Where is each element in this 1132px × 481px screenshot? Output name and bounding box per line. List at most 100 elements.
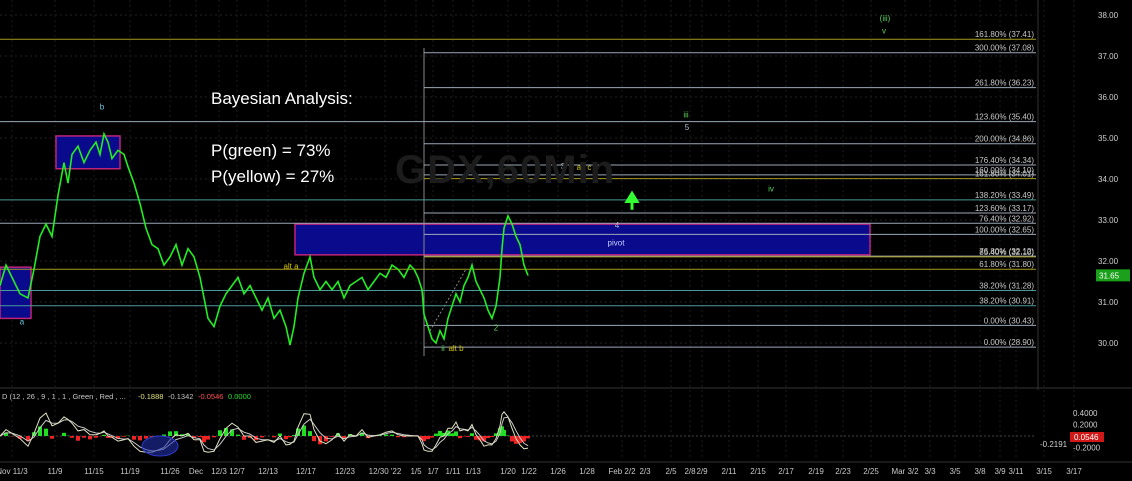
wave-label: ii [441,344,445,353]
wave-label: b [100,102,105,111]
time-tick-label: 3/8 [974,467,986,476]
macd-hist-bar [260,436,264,438]
macd-hist-bar [426,436,430,440]
a-zone-box [0,266,32,320]
fib-label: 200.00% (34.86) [975,135,1034,144]
price-tick-label: 38.00 [1098,11,1119,20]
time-tick-label: Dec [189,467,203,476]
macd-highlight-ellipse [141,435,179,457]
time-tick-label: 2/3 [639,467,651,476]
macd-tick-label: 0.4000 [1073,409,1098,418]
fib-label: 300.00% (37.08) [975,44,1034,53]
macd-hist-bar [390,434,394,436]
macd-hist-bar [490,436,494,438]
fib-label: 76.40% (32.92) [979,214,1034,223]
macd-hist-bar [308,431,312,436]
time-tick-label: 3/9 [994,467,1006,476]
time-tick-label: Mar 3/2 [891,467,919,476]
macd-hist-bar [272,436,276,438]
fib-label: 61.80% (31.80) [979,260,1034,269]
wave-label: alt b [448,344,464,353]
price-tick-label: 32.00 [1098,257,1119,266]
macd-hist-bar [466,436,470,437]
fib-label: 38.20% (31.28) [979,282,1034,291]
prob-yellow: P(yellow) = 27% [211,167,335,186]
macd-hist-bar [526,436,530,439]
macd-hist-bar [396,436,400,438]
time-tick-label: 2/25 [863,467,879,476]
macd-hist-bar [70,436,74,438]
macd-hist-bar [168,431,172,436]
time-tick-label: 2/15 [750,467,766,476]
wave-label: alt a [283,262,299,271]
macd-hist-bar [122,436,126,437]
price-tick-label: 36.00 [1098,93,1119,102]
chart-canvas: 161.80% (37.41)300.00% (37.08)261.80% (3… [0,0,1132,481]
fib-label: 138.20% (33.49) [975,191,1034,200]
time-tick-label: 2/8 [684,467,696,476]
time-tick-label: 12/7 [229,467,245,476]
macd-tick-label: -0.2000 [1073,444,1101,453]
fib-label: 123.60% (33.17) [975,204,1034,213]
macd-hist-bar [438,430,442,436]
time-tick-label: 2/9 [696,467,708,476]
fib-label: 123.60% (35.40) [975,113,1034,122]
macd-hist-bar [284,436,288,440]
time-tick-label: 12/30 '22 [369,467,402,476]
time-tick-label: 3/5 [949,467,961,476]
macd-hist-bar [62,432,66,436]
macd-hist-bar [144,436,148,439]
macd-badge-label: 0.0546 [1074,433,1099,442]
price-tick-label: 31.00 [1098,298,1119,307]
macd-hist-bar [312,436,316,442]
time-tick-label: 1/28 [579,467,595,476]
time-tick-label: 2/17 [778,467,794,476]
macd-hist-bar [44,428,48,436]
wave-label: v [882,26,886,35]
macd-hist-bar [502,429,506,436]
bayesian-title: Bayesian Analysis: [211,89,353,108]
symbol-watermark: GDX,60Min [395,148,616,192]
macd-hist-bar [430,436,434,438]
wave-label: iii [683,111,689,120]
time-tick-label: 1/13 [465,467,481,476]
last-price-label: 31.65 [1099,271,1120,280]
fib-label: 100.00% (32.65) [975,225,1034,234]
macd-hist-bar [486,436,490,439]
time-tick-label: 3/15 [1036,467,1052,476]
time-tick-label: 3/3 [924,467,936,476]
price-tick-label: 34.00 [1098,175,1119,184]
macd-hist-bar [198,436,202,438]
fib-label: 161.80% (37.41) [975,30,1034,39]
fib-label: 176.40% (34.34) [975,156,1034,165]
time-tick-label: 12/23 [335,467,356,476]
macd-value: -0.1888 [138,392,163,401]
wave-label: 2 [494,324,499,333]
macd-hist-bar [470,433,474,436]
time-tick-label: 11/19 [120,467,140,476]
macd-hist-bar [206,436,210,440]
fib-label: 38.20% (30.91) [979,297,1034,306]
macd-hist-bar [450,433,454,436]
time-tick-label: 12/3 [211,467,227,476]
wave-label: 5 [685,123,690,132]
macd-hist-bar [102,434,106,436]
price-tick-label: 30.00 [1098,339,1119,348]
time-tick-label: 11/26 [160,467,180,476]
fib-label: 261.80% (36.23) [975,79,1034,88]
prob-green: P(green) = 73% [211,141,331,160]
time-tick-label: 3/11 [1009,467,1025,476]
time-tick-label: Nov 11/3 [0,467,28,476]
fib-label: 0.00% (28.90) [984,338,1035,347]
wave-label: 4 [615,221,620,230]
time-tick-label: Feb 2/2 [608,467,636,476]
pivot-zone-box [294,223,871,256]
time-tick-label: 11/9 [48,467,64,476]
macd-value: -0.0546 [198,392,223,401]
macd-hist-bar [132,436,136,440]
macd-hist-bar [434,433,438,436]
macd-hist-bar [138,436,142,441]
time-tick-label: 2/11 [722,467,738,476]
macd-hist-bar [94,436,98,438]
macd-hist-bar [212,436,216,438]
